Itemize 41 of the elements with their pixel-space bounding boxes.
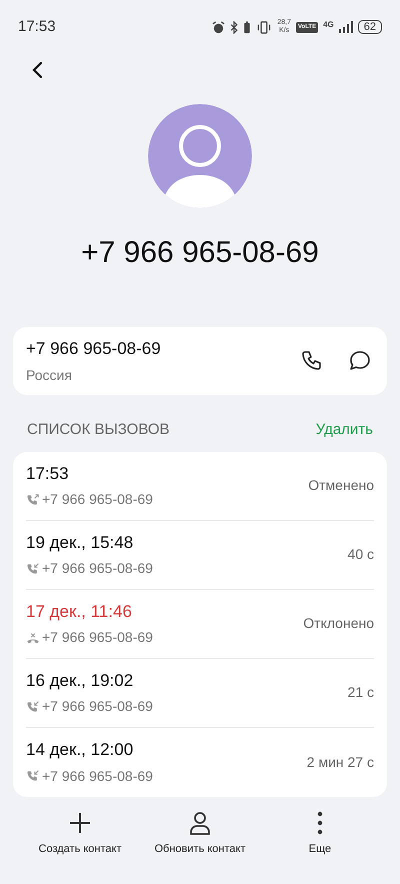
call-date: 17:53 [26,462,70,485]
phone-number: +7 966 965-08-69 [26,338,161,360]
outgoing-call-icon [26,492,40,507]
rejected-call-icon [26,630,40,645]
person-icon [188,810,212,834]
bluetooth-icon [230,20,238,34]
contact-title: +7 966 965-08-69 [81,235,319,271]
call-date: 16 дек., 19:02 [26,670,134,692]
signal-icon [338,21,353,33]
call-number: +7 966 965-08-69 [42,559,153,578]
battery-indicator: 62 [358,20,382,34]
plus-icon [68,810,92,834]
message-icon[interactable] [348,349,372,373]
incoming-call-icon [26,769,40,784]
region-label: Россия [26,366,73,386]
network-type: 4G [323,19,334,31]
incoming-call-icon [26,562,40,576]
battery-saver-icon [243,20,252,34]
call-number: +7 966 965-08-69 [42,628,153,648]
call-date: 14 дек., 12:00 [26,739,134,762]
call-result: 2 мин 27 с [306,752,374,772]
call-result: 21 с [348,683,374,702]
incoming-call-icon [26,700,40,714]
status-time: 17:53 [18,16,56,37]
call-number: +7 966 965-08-69 [42,490,153,510]
phone-icon[interactable] [300,349,324,373]
action-button[interactable]: Создать контакт [25,810,135,857]
more-icon [317,810,323,834]
alarm-icon [212,20,226,34]
call-result: Отклонено [303,614,374,633]
call-number: +7 966 965-08-69 [42,697,153,716]
call-result: 40 с [348,545,374,564]
call-date: 17 дек., 11:46 [26,600,133,623]
avatar-icon [148,104,252,208]
action-button[interactable]: Еще [265,810,375,857]
vibrate-icon [256,20,272,34]
call-result: Отменено [308,476,374,495]
action-button[interactable]: Обновить контакт [145,810,255,857]
call-date: 19 дек., 15:48 [26,532,134,554]
section-heading: СПИСОК ВЫЗОВОВ [27,420,170,440]
call-number: +7 966 965-08-69 [42,766,153,786]
